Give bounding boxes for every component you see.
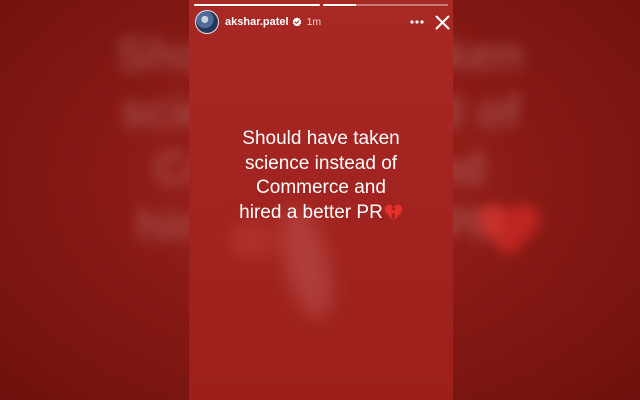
more-options-icon [410, 20, 424, 24]
broken-heart-icon [384, 204, 403, 221]
story-text-line: Commerce and [256, 177, 386, 198]
verified-badge-icon [292, 17, 301, 27]
story-text: Should have taken science instead of Com… [189, 127, 453, 225]
story-text-line: science instead of [244, 152, 398, 174]
progress-segment [194, 4, 320, 6]
story-header: akshar.patel 1m [195, 10, 449, 34]
blurred-broken-heart-icon [478, 203, 540, 258]
username[interactable]: akshar.patel [225, 16, 289, 28]
light-spot [229, 222, 275, 258]
story-card[interactable]: akshar.patel 1m Should have taken scienc… [189, 0, 453, 400]
story-text-line: hired a better PR [239, 201, 383, 223]
close-button[interactable] [432, 12, 452, 32]
avatar[interactable] [195, 10, 219, 34]
close-icon [435, 15, 449, 29]
progress-segment [322, 4, 448, 6]
timestamp: 1m [306, 16, 322, 28]
more-options-button[interactable] [407, 12, 427, 32]
story-text-line: Should have taken [242, 128, 400, 149]
story-progress-bar [194, 4, 448, 6]
story-text-line-with-emoji: hired a better PR [239, 201, 403, 226]
